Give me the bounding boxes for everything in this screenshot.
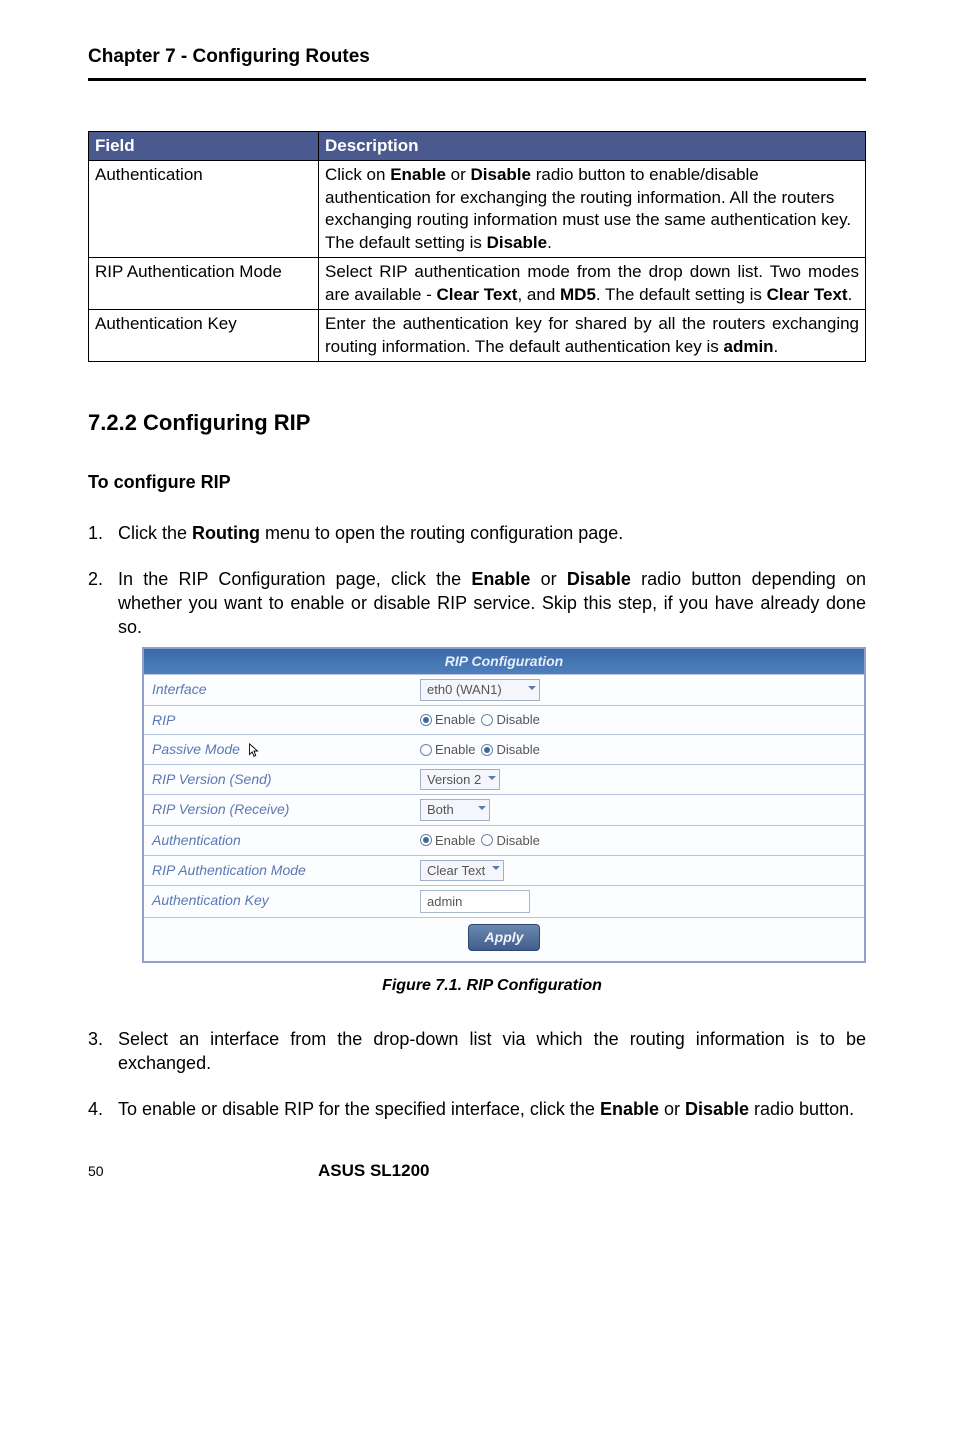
step-text: To enable or disable RIP for the specifi… [118, 1099, 854, 1119]
subsection-title: To configure RIP [88, 472, 866, 493]
passive-enable-radio[interactable]: Enable [420, 741, 475, 758]
figure-caption: Figure 7.1. RIP Configuration [118, 975, 866, 996]
field-description-table: Field Description Authentication Click o… [88, 131, 866, 362]
radio-dot-icon [481, 834, 493, 846]
table-header-description: Description [319, 132, 866, 161]
section-title: 7.2.2 Configuring RIP [88, 410, 866, 436]
interface-select[interactable]: eth0 (WAN1) [420, 679, 540, 700]
auth-enable-radio[interactable]: Enable [420, 832, 475, 849]
panel-row-authentication: Authentication Enable Disable [144, 825, 864, 855]
product-name: ASUS SL1200 [318, 1161, 430, 1181]
passive-disable-radio[interactable]: Disable [481, 741, 539, 758]
panel-row-version-send: RIP Version (Send) Version 2 [144, 764, 864, 794]
rip-disable-radio[interactable]: Disable [481, 711, 539, 728]
label-version-send: RIP Version (Send) [144, 765, 414, 794]
radio-dot-icon [420, 834, 432, 846]
step-number: 4. [88, 1097, 103, 1121]
apply-row: Apply [144, 917, 864, 961]
table-row: RIP Authentication Mode Select RIP authe… [89, 258, 866, 310]
step-number: 1. [88, 521, 103, 545]
radio-dot-icon [481, 714, 493, 726]
panel-row-auth-mode: RIP Authentication Mode Clear Text [144, 855, 864, 885]
instruction-list: 1. Click the Routing menu to open the ro… [88, 521, 866, 1121]
auth-mode-select[interactable]: Clear Text [420, 860, 504, 881]
field-cell: RIP Authentication Mode [89, 258, 319, 310]
label-interface: Interface [144, 675, 414, 704]
apply-button[interactable]: Apply [468, 924, 541, 951]
panel-row-passive-mode: Passive Mode Enable Disable [144, 734, 864, 764]
panel-row-version-receive: RIP Version (Receive) Both [144, 794, 864, 824]
chapter-header: Chapter 7 - Configuring Routes [88, 46, 866, 68]
table-row: Authentication Key Enter the authenticat… [89, 310, 866, 362]
label-auth-key: Authentication Key [144, 886, 414, 917]
panel-title: RIP Configuration [144, 649, 864, 674]
description-cell: Select RIP authentication mode from the … [319, 258, 866, 310]
list-item: 2. In the RIP Configuration page, click … [88, 567, 866, 997]
step-number: 2. [88, 567, 103, 591]
label-authentication: Authentication [144, 826, 414, 855]
step-text: Click the Routing menu to open the routi… [118, 523, 623, 543]
radio-dot-icon [420, 714, 432, 726]
description-cell: Enter the authentication key for shared … [319, 310, 866, 362]
label-version-receive: RIP Version (Receive) [144, 795, 414, 824]
step-number: 3. [88, 1027, 103, 1051]
radio-dot-icon [420, 744, 432, 756]
field-cell: Authentication [89, 161, 319, 258]
rip-config-panel: RIP Configuration Interface eth0 (WAN1) … [142, 647, 866, 963]
step-text: In the RIP Configuration page, click the… [118, 569, 866, 637]
panel-row-rip: RIP Enable Disable [144, 705, 864, 735]
table-row: Authentication Click on Enable or Disabl… [89, 161, 866, 258]
auth-key-input[interactable]: admin [420, 890, 530, 913]
page-footer: 50 ASUS SL1200 [88, 1161, 866, 1221]
panel-row-auth-key: Authentication Key admin [144, 885, 864, 917]
radio-dot-icon [481, 744, 493, 756]
step-text: Select an interface from the drop-down l… [118, 1029, 866, 1073]
version-receive-select[interactable]: Both [420, 799, 490, 820]
description-cell: Click on Enable or Disable radio button … [319, 161, 866, 258]
list-item: 1. Click the Routing menu to open the ro… [88, 521, 866, 545]
field-cell: Authentication Key [89, 310, 319, 362]
version-send-select[interactable]: Version 2 [420, 769, 500, 790]
label-auth-mode: RIP Authentication Mode [144, 856, 414, 885]
page-number: 50 [88, 1163, 318, 1179]
label-rip: RIP [144, 706, 414, 735]
table-header-field: Field [89, 132, 319, 161]
list-item: 4. To enable or disable RIP for the spec… [88, 1097, 866, 1121]
header-rule [88, 78, 866, 81]
auth-disable-radio[interactable]: Disable [481, 832, 539, 849]
rip-enable-radio[interactable]: Enable [420, 711, 475, 728]
cursor-icon [248, 743, 260, 759]
panel-row-interface: Interface eth0 (WAN1) [144, 674, 864, 704]
label-passive-mode: Passive Mode [144, 735, 414, 764]
list-item: 3. Select an interface from the drop-dow… [88, 1027, 866, 1075]
